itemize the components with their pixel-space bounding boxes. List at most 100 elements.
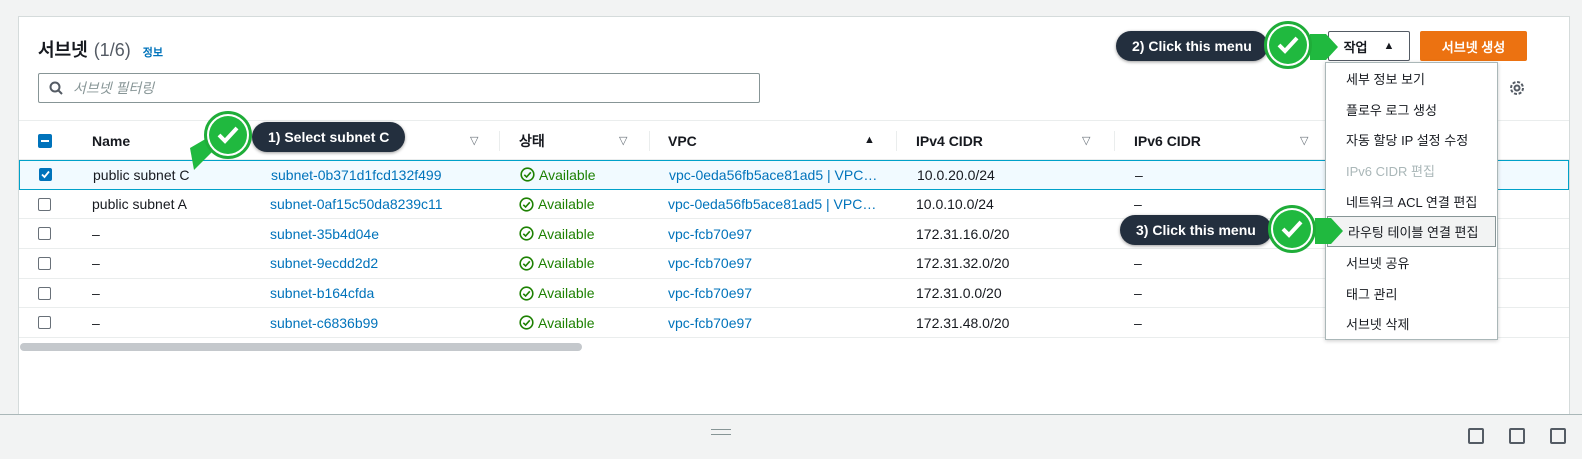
menu-item[interactable]: 플로우 로그 생성 bbox=[1326, 94, 1497, 125]
callout-step3: 3) Click this menu bbox=[1120, 215, 1272, 245]
info-link[interactable]: 정보 bbox=[143, 44, 163, 60]
subnet-id-link[interactable]: subnet-0af15c50da8239c11 bbox=[270, 190, 443, 219]
panel-side-icon[interactable] bbox=[1509, 428, 1525, 444]
ipv4-cidr: 172.31.32.0/20 bbox=[916, 255, 1010, 272]
horizontal-scrollbar[interactable] bbox=[20, 343, 582, 351]
check-circle-icon bbox=[519, 196, 534, 212]
row-checkbox[interactable] bbox=[38, 190, 51, 219]
check-badge-icon bbox=[1268, 205, 1316, 253]
resize-handle-icon[interactable] bbox=[711, 429, 731, 435]
ipv4-cidr: 172.31.16.0/20 bbox=[916, 225, 1010, 242]
panel-full-icon[interactable] bbox=[1550, 428, 1566, 444]
selection-count: (1/6) bbox=[93, 40, 131, 60]
menu-item[interactable]: 세부 정보 보기 bbox=[1326, 63, 1497, 94]
gear-icon[interactable] bbox=[1508, 79, 1526, 97]
ipv4-cidr: 172.31.0.0/20 bbox=[916, 285, 1002, 302]
actions-button[interactable]: 작업 ▲ bbox=[1328, 31, 1410, 61]
check-circle-icon bbox=[520, 167, 535, 182]
status-text: Available bbox=[539, 166, 596, 183]
split-panel-bar bbox=[0, 414, 1582, 459]
menu-item[interactable]: 라우팅 테이블 연결 편집 bbox=[1327, 216, 1496, 248]
menu-item[interactable]: 자동 할당 IP 설정 수정 bbox=[1326, 124, 1497, 155]
sort-icon: ▽ bbox=[1082, 135, 1091, 147]
column-ipv4[interactable]: IPv4 CIDR ▽ bbox=[916, 121, 1090, 161]
status-badge: Available bbox=[519, 279, 595, 308]
check-badge-icon bbox=[1264, 21, 1312, 69]
page-title: 서브넷 bbox=[38, 40, 88, 60]
row-name: – bbox=[92, 225, 100, 242]
check-circle-icon bbox=[519, 256, 534, 271]
select-all-checkbox[interactable] bbox=[38, 121, 52, 161]
status-badge: Available bbox=[519, 308, 595, 337]
subnet-id-link[interactable]: subnet-c6836b99 bbox=[270, 308, 378, 337]
row-checkbox[interactable] bbox=[38, 279, 51, 308]
status-badge: Available bbox=[519, 190, 595, 219]
sort-icon: ▽ bbox=[1300, 135, 1309, 147]
menu-item[interactable]: 서브넷 공유 bbox=[1326, 247, 1497, 278]
status-badge: Available bbox=[520, 161, 596, 189]
vpc-link[interactable]: vpc-fcb70e97 bbox=[668, 279, 752, 308]
search-icon bbox=[49, 81, 63, 95]
page-header: 서브넷 (1/6) 정보 bbox=[38, 36, 163, 62]
status-badge: Available bbox=[519, 219, 595, 248]
column-vpc-label: VPC bbox=[668, 133, 697, 149]
row-name: – bbox=[92, 255, 100, 272]
check-circle-icon bbox=[519, 315, 534, 330]
status-text: Available bbox=[538, 314, 595, 331]
status-text: Available bbox=[538, 196, 595, 213]
check-circle-icon bbox=[519, 226, 534, 241]
row-checkbox[interactable] bbox=[38, 219, 51, 248]
row-name: – bbox=[92, 314, 100, 331]
column-state[interactable]: 상태 ▽ bbox=[519, 121, 627, 161]
row-checkbox[interactable] bbox=[38, 249, 51, 278]
status-text: Available bbox=[538, 285, 595, 302]
status-badge: Available bbox=[519, 249, 595, 278]
row-checkbox[interactable] bbox=[39, 161, 52, 189]
vpc-link[interactable]: vpc-0eda56fb5ace81ad5 | VPC… bbox=[668, 190, 876, 219]
row-name: public subnet C bbox=[93, 166, 190, 183]
create-subnet-button[interactable]: 서브넷 생성 bbox=[1420, 31, 1527, 61]
column-ipv6[interactable]: IPv6 CIDR ▽ bbox=[1134, 121, 1308, 161]
sort-icon: ▽ bbox=[619, 135, 628, 147]
status-text: Available bbox=[538, 225, 595, 242]
column-state-label: 상태 bbox=[519, 133, 545, 149]
callout-step1: 1) Select subnet C bbox=[252, 122, 406, 152]
subnet-id-link[interactable]: subnet-35b4d04e bbox=[270, 219, 379, 248]
vpc-link[interactable]: vpc-0eda56fb5ace81ad5 | VPC… bbox=[669, 161, 877, 189]
caret-up-icon: ▲ bbox=[1383, 40, 1395, 52]
subnet-id-link[interactable]: subnet-b164cfda bbox=[270, 279, 374, 308]
ipv4-cidr: 172.31.48.0/20 bbox=[916, 314, 1010, 331]
check-badge-icon bbox=[204, 111, 252, 159]
ipv4-cidr: 10.0.10.0/24 bbox=[916, 196, 994, 213]
subnet-id-link[interactable]: subnet-9ecdd2d2 bbox=[270, 249, 378, 278]
column-ipv6-label: IPv6 CIDR bbox=[1134, 133, 1201, 149]
column-ipv4-label: IPv4 CIDR bbox=[916, 133, 983, 149]
ipv6-cidr: – bbox=[1134, 314, 1142, 331]
callout-step2: 2) Click this menu bbox=[1116, 31, 1268, 61]
column-vpc[interactable]: VPC ▲ bbox=[668, 121, 875, 161]
ipv6-cidr: – bbox=[1135, 166, 1143, 183]
ipv6-cidr: – bbox=[1134, 285, 1142, 302]
menu-item[interactable]: 태그 관리 bbox=[1326, 278, 1497, 309]
menu-item: IPv6 CIDR 편집 bbox=[1346, 163, 1435, 179]
menu-item[interactable]: 서브넷 삭제 bbox=[1326, 309, 1497, 340]
check-circle-icon bbox=[519, 285, 534, 301]
actions-dropdown-menu: 세부 정보 보기 플로우 로그 생성 자동 할당 IP 설정 수정 IPv6 CIDR… bbox=[1325, 62, 1498, 340]
panel-bottom-icon[interactable] bbox=[1468, 428, 1484, 444]
row-checkbox[interactable] bbox=[38, 308, 51, 337]
ipv4-cidr: 10.0.20.0/24 bbox=[917, 166, 995, 183]
sort-asc-icon: ▲ bbox=[864, 134, 875, 146]
status-text: Available bbox=[538, 255, 595, 272]
vpc-link[interactable]: vpc-fcb70e97 bbox=[668, 219, 752, 248]
column-name[interactable]: Name bbox=[92, 121, 130, 161]
row-name: – bbox=[92, 285, 100, 302]
vpc-link[interactable]: vpc-fcb70e97 bbox=[668, 249, 752, 278]
menu-item[interactable]: 네트워크 ACL 연결 편집 bbox=[1326, 186, 1497, 217]
vpc-link[interactable]: vpc-fcb70e97 bbox=[668, 308, 752, 337]
search-box[interactable] bbox=[38, 73, 760, 103]
ipv6-cidr: – bbox=[1134, 255, 1142, 272]
subnet-id-link[interactable]: subnet-0b371d1fcd132f499 bbox=[271, 161, 441, 189]
sort-icon: ▽ bbox=[470, 135, 479, 147]
actions-label: 작업 bbox=[1343, 39, 1368, 55]
search-input[interactable] bbox=[73, 80, 713, 96]
